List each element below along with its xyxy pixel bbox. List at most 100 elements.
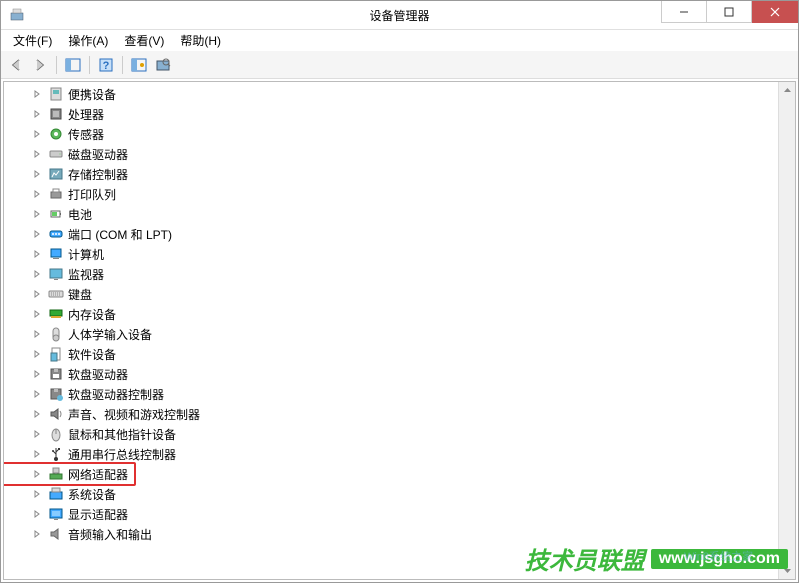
tree-node-portable[interactable]: 便携设备	[4, 84, 778, 104]
tree-node-printer[interactable]: 打印队列	[4, 184, 778, 204]
tree-node-label: 通用串行总线控制器	[68, 446, 176, 463]
port-icon	[48, 226, 64, 242]
tree-node-port[interactable]: 端口 (COM 和 LPT)	[4, 224, 778, 244]
expander-icon[interactable]	[32, 429, 48, 439]
expander-icon[interactable]	[32, 489, 48, 499]
maximize-button[interactable]	[706, 1, 752, 23]
tree-panel: 便携设备处理器传感器磁盘驱动器存储控制器打印队列电池端口 (COM 和 LPT)…	[3, 81, 796, 580]
tree-node-storage[interactable]: 存储控制器	[4, 164, 778, 184]
close-button[interactable]	[752, 1, 798, 23]
tree-node-label: 声音、视频和游戏控制器	[68, 406, 200, 423]
titlebar: 设备管理器	[1, 1, 798, 30]
floppy-icon	[48, 366, 64, 382]
scroll-up-button[interactable]	[779, 82, 796, 99]
floppy-ctrl-icon	[48, 386, 64, 402]
toolbar-sep	[89, 56, 90, 74]
tree-node-label: 内存设备	[68, 306, 116, 323]
help-button[interactable]: ?	[95, 54, 117, 76]
expander-icon[interactable]	[32, 309, 48, 319]
expander-icon[interactable]	[32, 349, 48, 359]
menu-view[interactable]: 查看(V)	[116, 30, 172, 51]
properties-button[interactable]	[152, 54, 174, 76]
tree-node-label: 鼠标和其他指针设备	[68, 426, 176, 443]
expander-icon[interactable]	[32, 129, 48, 139]
menubar: 文件(F) 操作(A) 查看(V) 帮助(H)	[1, 30, 798, 51]
expander-icon[interactable]	[32, 329, 48, 339]
audio-icon	[48, 526, 64, 542]
expander-icon[interactable]	[32, 109, 48, 119]
tree-node-floppy-ctrl[interactable]: 软盘驱动器控制器	[4, 384, 778, 404]
expander-icon[interactable]	[32, 89, 48, 99]
network-icon	[48, 466, 64, 482]
tree-node-floppy[interactable]: 软盘驱动器	[4, 364, 778, 384]
watermark-small: Win8系统之家	[684, 548, 753, 564]
display-icon	[48, 506, 64, 522]
usb-icon	[48, 446, 64, 462]
computer-icon	[48, 246, 64, 262]
memory-icon	[48, 306, 64, 322]
portable-icon	[48, 86, 64, 102]
tree-node-network[interactable]: 网络适配器	[4, 464, 778, 484]
hid-icon	[48, 326, 64, 342]
vertical-scrollbar[interactable]	[778, 82, 795, 579]
tree-node-label: 计算机	[68, 246, 104, 263]
tree-node-sound[interactable]: 声音、视频和游戏控制器	[4, 404, 778, 424]
expander-icon[interactable]	[32, 449, 48, 459]
device-manager-window: 设备管理器 文件(F) 操作(A) 查看(V) 帮助(H) ?	[0, 0, 799, 583]
tree-node-hid[interactable]: 人体学输入设备	[4, 324, 778, 344]
expander-icon[interactable]	[32, 189, 48, 199]
window-title: 设备管理器	[369, 7, 429, 24]
tree-node-label: 网络适配器	[68, 466, 128, 483]
tree-node-label: 传感器	[68, 126, 104, 143]
show-hide-tree-button[interactable]	[62, 54, 84, 76]
toolbar-sep	[56, 56, 57, 74]
printer-icon	[48, 186, 64, 202]
tree-node-keyboard[interactable]: 键盘	[4, 284, 778, 304]
tree-node-sensor[interactable]: 传感器	[4, 124, 778, 144]
expander-icon[interactable]	[32, 389, 48, 399]
tree-node-label: 端口 (COM 和 LPT)	[68, 226, 172, 243]
svg-text:?: ?	[103, 60, 110, 72]
expander-icon[interactable]	[32, 269, 48, 279]
expander-icon[interactable]	[32, 249, 48, 259]
tree-node-battery[interactable]: 电池	[4, 204, 778, 224]
expander-icon[interactable]	[32, 409, 48, 419]
tree-node-label: 显示适配器	[68, 506, 128, 523]
tree-node-cpu[interactable]: 处理器	[4, 104, 778, 124]
expander-icon[interactable]	[32, 529, 48, 539]
tree-node-usb[interactable]: 通用串行总线控制器	[4, 444, 778, 464]
expander-icon[interactable]	[32, 149, 48, 159]
expander-icon[interactable]	[32, 469, 48, 479]
tree-node-display[interactable]: 显示适配器	[4, 504, 778, 524]
expander-icon[interactable]	[32, 169, 48, 179]
storage-icon	[48, 166, 64, 182]
tree-node-mouse[interactable]: 鼠标和其他指针设备	[4, 424, 778, 444]
minimize-button[interactable]	[661, 1, 707, 23]
cpu-icon	[48, 106, 64, 122]
menu-help[interactable]: 帮助(H)	[172, 30, 229, 51]
expander-icon[interactable]	[32, 229, 48, 239]
tree-node-label: 人体学输入设备	[68, 326, 152, 343]
system-icon	[48, 486, 64, 502]
scan-button[interactable]	[128, 54, 150, 76]
tree-view[interactable]: 便携设备处理器传感器磁盘驱动器存储控制器打印队列电池端口 (COM 和 LPT)…	[4, 82, 778, 579]
menu-file[interactable]: 文件(F)	[5, 30, 60, 51]
expander-icon[interactable]	[32, 289, 48, 299]
tree-node-software[interactable]: 软件设备	[4, 344, 778, 364]
back-button[interactable]	[5, 54, 27, 76]
menu-action[interactable]: 操作(A)	[60, 30, 116, 51]
tree-node-system[interactable]: 系统设备	[4, 484, 778, 504]
tree-node-label: 键盘	[68, 286, 92, 303]
expander-icon[interactable]	[32, 369, 48, 379]
forward-button[interactable]	[29, 54, 51, 76]
tree-node-label: 电池	[68, 206, 92, 223]
sound-icon	[48, 406, 64, 422]
tree-node-disk[interactable]: 磁盘驱动器	[4, 144, 778, 164]
tree-node-monitor[interactable]: 监视器	[4, 264, 778, 284]
tree-node-memory[interactable]: 内存设备	[4, 304, 778, 324]
tree-node-computer[interactable]: 计算机	[4, 244, 778, 264]
watermark-text: 技术员联盟	[525, 541, 645, 576]
highlight-annotation: 网络适配器	[4, 462, 136, 486]
expander-icon[interactable]	[32, 509, 48, 519]
expander-icon[interactable]	[32, 209, 48, 219]
